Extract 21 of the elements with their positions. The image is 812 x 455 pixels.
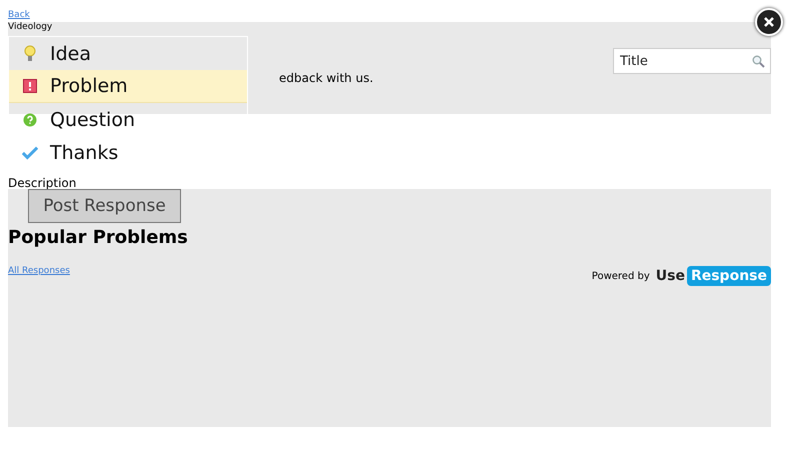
description-label: Description xyxy=(8,176,76,190)
brand-name: Videology xyxy=(8,22,52,32)
post-response-button[interactable]: Post Response xyxy=(28,189,181,223)
intro-text: edback with us. xyxy=(279,71,374,85)
lightbulb-icon xyxy=(22,45,38,62)
close-button[interactable] xyxy=(755,8,783,36)
type-option[interactable]: Thanks xyxy=(9,136,247,169)
powered-by-text: Powered by xyxy=(592,270,650,282)
exclamation-icon xyxy=(22,79,38,93)
close-icon xyxy=(764,17,774,27)
back-link[interactable]: Back xyxy=(8,10,30,20)
checkmark-icon xyxy=(22,146,38,160)
section-heading: Popular Problems xyxy=(8,227,188,248)
logo-text: Use xyxy=(656,268,685,284)
logo-badge: Response xyxy=(686,266,771,286)
type-option[interactable]: Problem xyxy=(9,70,247,103)
search-field[interactable]: Title xyxy=(613,48,771,74)
type-option[interactable]: Idea xyxy=(9,37,247,70)
question-icon xyxy=(22,112,38,126)
search-icon xyxy=(752,55,765,68)
type-option[interactable]: Question xyxy=(9,103,247,136)
